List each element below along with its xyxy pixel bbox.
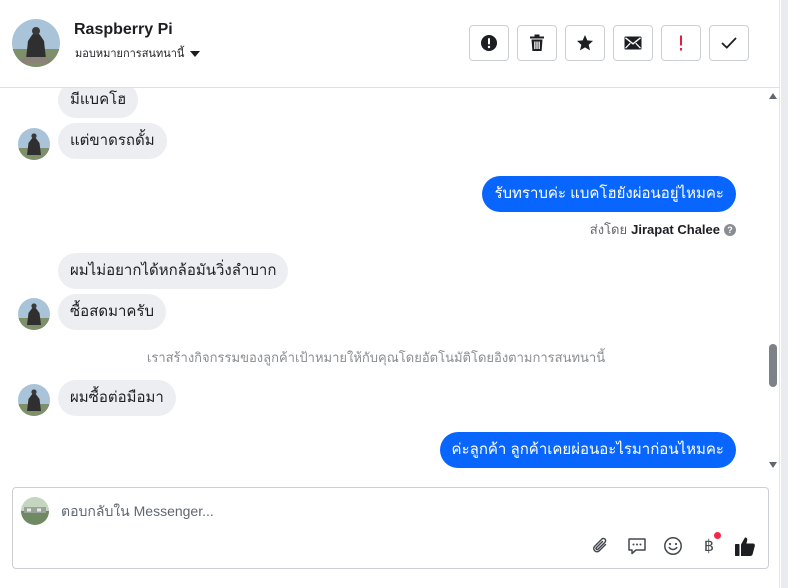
delete-button[interactable]: [517, 25, 557, 61]
incoming-message[interactable]: ผมไม่อยากได้หกล้อมันวิ่งลำบาก: [58, 253, 289, 289]
thumbs-up-icon: [735, 537, 755, 556]
window-edge: [781, 0, 788, 588]
chat-bubble-icon: [628, 538, 646, 555]
thread-actions: [469, 25, 749, 61]
baht-icon: ฿: [703, 538, 715, 555]
incoming-message[interactable]: แต่ขาดรถดั้ม: [58, 123, 167, 159]
contact-name: Raspberry Pi: [74, 21, 173, 38]
scroll-up-arrow-icon[interactable]: [769, 93, 777, 99]
paperclip-icon: [593, 537, 607, 553]
outgoing-message[interactable]: ค่ะลูกค้า ลูกค้าเคยผ่อนอะไรมาก่อนไหมคะ: [439, 432, 736, 468]
star-icon: [577, 35, 593, 51]
assign-label: มอบหมายการสนทนานี้: [75, 48, 185, 60]
composer-tools: ฿: [590, 532, 756, 557]
sent-by-prefix: ส่งโดย: [589, 222, 628, 237]
thread-header: Raspberry Pi มอบหมายการสนทนานี้: [0, 0, 780, 88]
payment-button[interactable]: ฿: [698, 532, 721, 557]
trash-icon: [530, 34, 544, 51]
scroll-down-arrow-icon[interactable]: [769, 462, 777, 468]
exclamation-icon: [680, 35, 682, 51]
emoji-button[interactable]: [662, 535, 684, 557]
notification-dot: [714, 532, 721, 539]
system-note: เราสร้างกิจกรรมของลูกค้าเป้าหมายให้กับคุ…: [146, 350, 606, 365]
exclamation-circle-icon: [481, 35, 497, 51]
spam-alert-button[interactable]: [469, 25, 509, 61]
contact-avatar-small: [18, 298, 50, 330]
sent-by-name: Jirapat Chalee: [631, 222, 720, 237]
mark-unread-button[interactable]: [613, 25, 653, 61]
smiley-icon: [664, 537, 682, 555]
like-button[interactable]: [734, 535, 756, 557]
message-list[interactable]: มีแบคโฮ แต่ขาดรถดั้ม รับทราบค่ะ แบคโฮยัง…: [0, 88, 766, 480]
envelope-icon: [624, 36, 642, 50]
scrollbar-thumb[interactable]: [769, 344, 777, 387]
assign-conversation-dropdown[interactable]: มอบหมายการสนทนานี้: [75, 44, 201, 62]
contact-avatar-small: [18, 384, 50, 416]
follow-up-button[interactable]: [661, 25, 701, 61]
page-avatar: [21, 497, 49, 525]
attach-button[interactable]: [590, 535, 612, 557]
chevron-down-icon: [190, 50, 201, 57]
incoming-message[interactable]: มีแบคโฮ: [58, 88, 139, 118]
sent-by-label: ส่งโดย Jirapat Chalee ?: [590, 219, 736, 240]
incoming-message[interactable]: ผมซื้อต่อมือมา: [58, 380, 176, 416]
mark-done-button[interactable]: [709, 25, 749, 61]
saved-replies-button[interactable]: [626, 535, 648, 557]
outgoing-message[interactable]: รับทราบค่ะ แบคโฮยังผ่อนอยู่ไหมคะ: [482, 176, 736, 212]
check-icon: [721, 37, 737, 49]
star-button[interactable]: [565, 25, 605, 61]
incoming-message[interactable]: ซื้อสดมาครับ: [58, 294, 167, 330]
help-icon[interactable]: ?: [724, 223, 736, 236]
reply-input[interactable]: [61, 500, 621, 522]
contact-avatar-small: [18, 128, 50, 160]
messenger-thread-panel: Raspberry Pi มอบหมายการสนทนานี้ มีแบคโฮ …: [0, 0, 780, 588]
contact-avatar[interactable]: [12, 19, 60, 67]
reply-composer: ฿: [12, 487, 769, 569]
